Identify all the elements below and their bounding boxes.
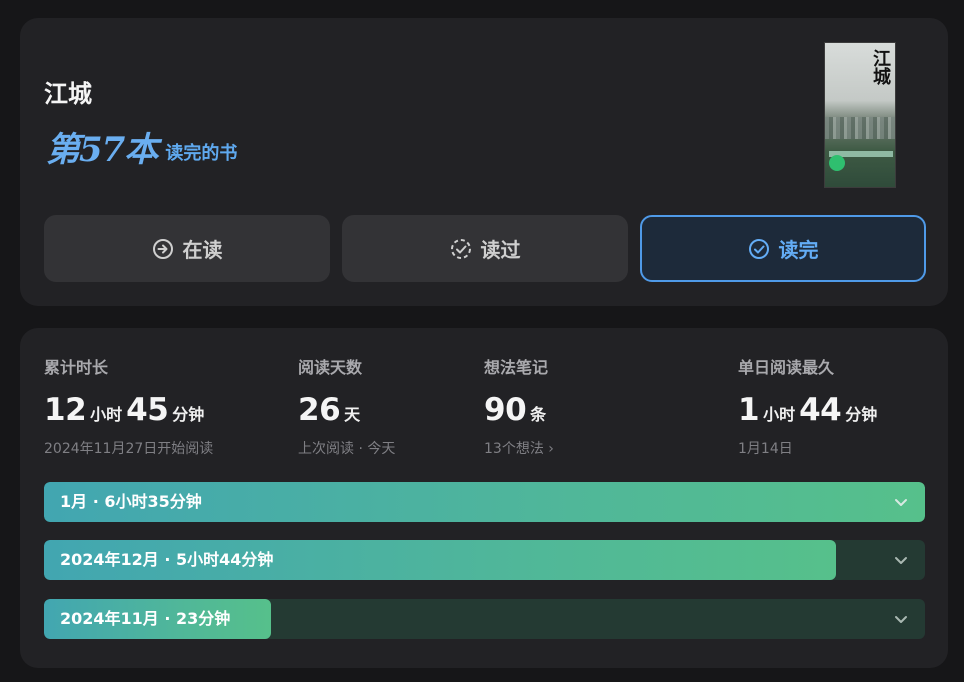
status-finished-label: 读完	[778, 238, 819, 262]
book-cover[interactable]: 江城	[824, 42, 896, 188]
status-read-button[interactable]: 读过	[342, 215, 628, 282]
dashed-check-circle-icon	[450, 238, 472, 260]
thoughts-link[interactable]: 13个想法 ›	[484, 438, 554, 458]
stat-value: 26 天	[298, 392, 395, 428]
notes-number: 90	[484, 392, 527, 428]
chevron-down-icon	[895, 616, 907, 623]
book-title: 江城	[44, 80, 92, 108]
book-card: 江城 第57本 读完的书 江城 在读 读过 读完	[20, 18, 948, 306]
status-reading-button[interactable]: 在读	[44, 215, 330, 282]
hours-unit: 小时	[90, 405, 123, 424]
month-label: 1月 · 6小时35分钟	[60, 492, 202, 511]
stat-sub: 2024年11月27日开始阅读	[44, 441, 214, 457]
stat-sub: 上次阅读 · 今天	[298, 441, 396, 457]
stat-value: 12 小时 45 分钟	[44, 392, 213, 428]
reading-stats-card: 累计时长 12 小时 45 分钟 2024年11月27日开始阅读 阅读天数 26…	[20, 328, 948, 668]
stat-reading-days: 阅读天数 26 天 上次阅读 · 今天	[298, 354, 395, 458]
notes-unit: 条	[530, 405, 547, 424]
chevron-down-icon	[895, 499, 907, 506]
hours-unit: 小时	[763, 405, 796, 424]
stat-label: 累计时长	[44, 358, 109, 377]
month-label: 2024年11月 · 23分钟	[60, 609, 231, 628]
stat-sub: 1月14日	[738, 441, 793, 457]
stat-value: 90 条	[484, 392, 554, 428]
month-row[interactable]: 1月 · 6小时35分钟	[44, 482, 925, 522]
cover-city-band	[825, 117, 895, 139]
cover-badge-icon	[829, 155, 845, 171]
finished-count: 第57本	[46, 130, 158, 170]
finished-label: 读完的书	[165, 143, 238, 164]
days-unit: 天	[344, 405, 361, 424]
status-finished-button[interactable]: 读完	[640, 215, 926, 282]
minutes-unit: 分钟	[172, 405, 205, 424]
status-reading-label: 在读	[182, 238, 223, 262]
month-row[interactable]: 2024年12月 · 5小时44分钟	[44, 540, 925, 580]
finished-rank: 第57本 读完的书	[46, 122, 237, 171]
hours-number: 12	[44, 392, 87, 428]
minutes-number: 45	[126, 392, 169, 428]
stat-label: 阅读天数	[298, 358, 363, 377]
arrow-circle-icon	[152, 238, 174, 260]
month-row[interactable]: 2024年11月 · 23分钟	[44, 599, 925, 639]
check-circle-icon	[748, 238, 770, 260]
hours-number: 1	[738, 392, 760, 428]
minutes-number: 44	[799, 392, 842, 428]
cover-title: 江城	[870, 49, 891, 85]
stat-label: 单日阅读最久	[738, 358, 835, 377]
status-read-label: 读过	[480, 238, 521, 262]
stat-notes[interactable]: 想法笔记 90 条 13个想法 ›	[484, 354, 554, 458]
days-number: 26	[298, 392, 341, 428]
minutes-unit: 分钟	[845, 405, 878, 424]
stat-value: 1 小时 44 分钟	[738, 392, 881, 428]
stat-total-time: 累计时长 12 小时 45 分钟 2024年11月27日开始阅读	[44, 354, 213, 458]
chevron-down-icon	[895, 557, 907, 564]
month-label: 2024年12月 · 5小时44分钟	[60, 550, 274, 569]
stat-label: 想法笔记	[484, 358, 549, 377]
stat-longest-day: 单日阅读最久 1 小时 44 分钟 1月14日	[738, 354, 881, 458]
